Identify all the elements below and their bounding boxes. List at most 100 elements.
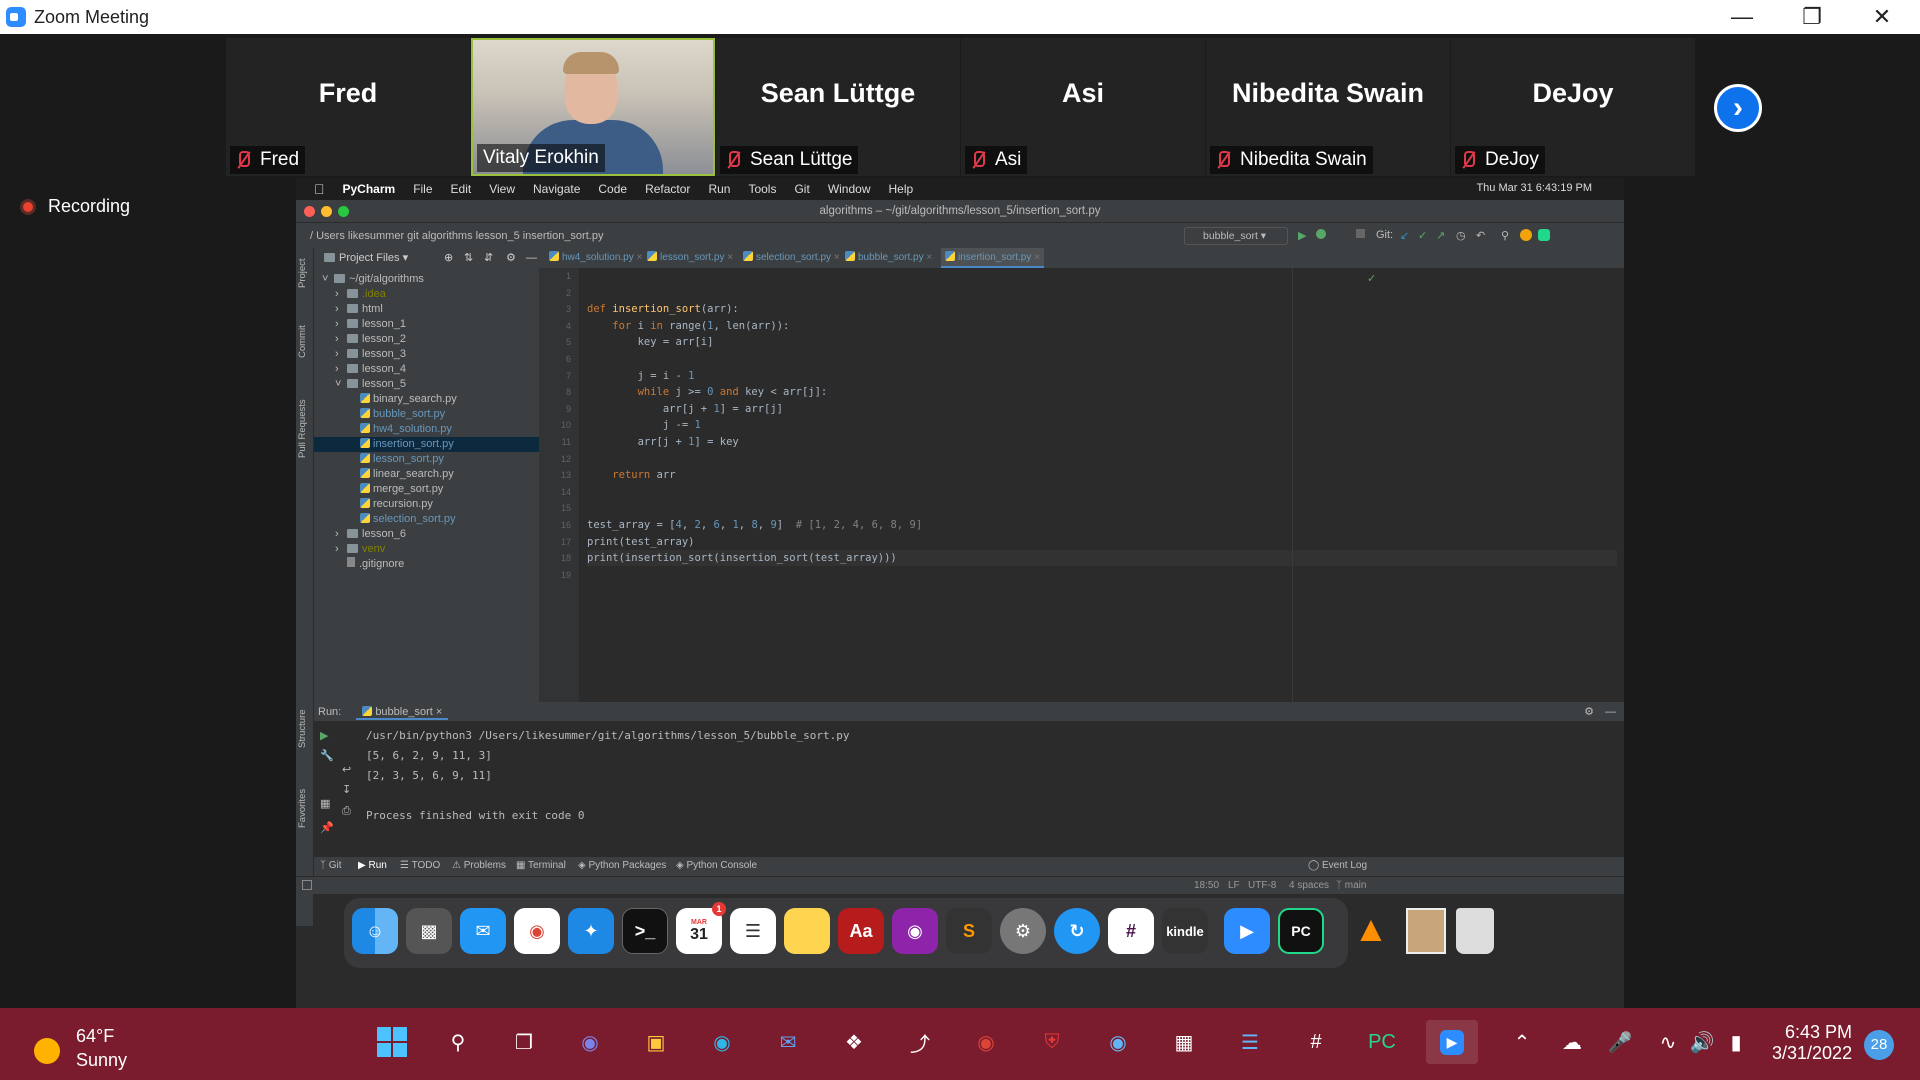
zoom-taskbar-icon[interactable]: ▶	[1426, 1020, 1478, 1064]
git-update-icon[interactable]: ↙	[1400, 229, 1412, 242]
tab-python-console[interactable]: ◈ Python Console	[676, 860, 757, 871]
tree-item[interactable]: › lesson_1	[314, 317, 539, 332]
code-line[interactable]: test_array = [4, 2, 6, 1, 8, 9] # [1, 2,…	[587, 517, 922, 533]
menu-code[interactable]: Code	[598, 182, 627, 196]
tree-item[interactable]: › lesson_6	[314, 527, 539, 542]
code-editor[interactable]: 1 2 3 4 5 6 7 8 9 10 11 12 13 14 15 16 17 18 19 def insert…	[539, 268, 1624, 702]
breadcrumb[interactable]: / Users likesummer git algorithms lesson…	[310, 230, 603, 242]
tree-item[interactable]: lesson_sort.py	[314, 452, 539, 467]
calendar-icon[interactable]: MAR 31 1	[676, 902, 726, 954]
code-line[interactable]: j = i - 1	[587, 368, 695, 384]
participant-tile-vitaly[interactable]: Vitaly Erokhin	[471, 38, 715, 176]
mail-icon[interactable]: ✉	[460, 908, 506, 954]
layout-icon[interactable]: ▦	[320, 797, 330, 810]
gear-icon[interactable]: ⚙	[1584, 703, 1594, 721]
code-line[interactable]: print(insertion_sort(insertion_sort(test…	[587, 550, 1617, 567]
rerun-icon[interactable]: ▶	[320, 729, 328, 742]
dropbox-icon[interactable]: ❖	[834, 1022, 874, 1062]
next-participants-button[interactable]: ›	[1714, 84, 1762, 132]
scroll-to-end-icon[interactable]: ↧	[342, 783, 351, 796]
notification-badge[interactable]: 28	[1864, 1030, 1894, 1060]
tree-item[interactable]: › venv	[314, 542, 539, 557]
hide-panel-icon[interactable]: —	[1605, 703, 1616, 721]
mail-icon[interactable]: ✉	[768, 1022, 808, 1062]
structure-tool-button[interactable]: Structure	[297, 709, 308, 748]
code-line[interactable]: for i in range(1, len(arr)):	[587, 318, 789, 334]
menu-clock[interactable]: Thu Mar 31 6:43:19 PM	[1476, 182, 1592, 194]
collapse-all-icon[interactable]: ⇵	[484, 248, 493, 268]
tree-item[interactable]: .gitignore	[314, 557, 539, 572]
tree-item[interactable]: › lesson_3	[314, 347, 539, 362]
locate-icon[interactable]: ⊕	[444, 248, 453, 268]
mac-close-button[interactable]	[304, 206, 315, 217]
menu-refactor[interactable]: Refactor	[645, 182, 690, 196]
minimize-button[interactable]: —	[1712, 0, 1772, 34]
participant-tile-dejoy[interactable]: DeJoy DeJoy	[1451, 38, 1695, 176]
mac-minimize-button[interactable]	[321, 206, 332, 217]
close-tab-icon[interactable]: ×	[634, 252, 642, 263]
event-log-button[interactable]: ◯ Event Log	[1308, 860, 1367, 871]
tree-item[interactable]: recursion.py	[314, 497, 539, 512]
tree-item[interactable]: selection_sort.py	[314, 512, 539, 527]
notes-icon[interactable]	[784, 908, 830, 954]
zoom-icon[interactable]: ▶	[1224, 908, 1270, 954]
editor-tab[interactable]: selection_sort.py ×	[743, 248, 840, 268]
chevron-right-icon[interactable]: ›	[335, 527, 347, 542]
code-line[interactable]: print(test_array)	[587, 534, 694, 550]
notepad-icon[interactable]: ☰	[1230, 1022, 1270, 1062]
close-tab-icon[interactable]: ×	[724, 252, 733, 263]
restore-button[interactable]: ❐	[1782, 0, 1842, 34]
git-push-icon[interactable]: ↗	[1436, 229, 1448, 242]
code-line[interactable]: j -= 1	[587, 417, 701, 433]
backup-icon[interactable]: ↻	[1054, 908, 1100, 954]
close-button[interactable]: ✕	[1852, 0, 1912, 34]
soft-wrap-icon[interactable]: ↩	[342, 763, 351, 776]
participant-tile-fred[interactable]: Fred Fred	[226, 38, 470, 176]
search-icon[interactable]: ⚲	[438, 1022, 478, 1062]
indent-setting[interactable]: 4 spaces	[1289, 880, 1329, 891]
pycharm-icon[interactable]: PC	[1278, 908, 1324, 954]
pycharm-logo-icon[interactable]	[1538, 229, 1550, 241]
close-tab-icon[interactable]: ×	[1031, 252, 1040, 263]
chevron-right-icon[interactable]: ›	[335, 287, 347, 302]
menu-navigate[interactable]: Navigate	[533, 182, 580, 196]
chevron-right-icon[interactable]: ›	[335, 332, 347, 347]
chevron-down-icon[interactable]: ˅	[335, 377, 347, 392]
tree-item[interactable]: › html	[314, 302, 539, 317]
chevron-down-icon[interactable]: ˅	[322, 272, 334, 287]
participant-tile-nibedita[interactable]: Nibedita Swain Nibedita Swain	[1206, 38, 1450, 176]
tab-python-packages[interactable]: ◈ Python Packages	[578, 860, 666, 871]
show-hidden-icons-chevron-icon[interactable]: ⌃	[1502, 1022, 1542, 1062]
menu-help[interactable]: Help	[889, 182, 914, 196]
code-line[interactable]: arr[j + 1] = key	[587, 434, 739, 450]
mac-zoom-button[interactable]	[338, 206, 349, 217]
favorites-tool-button[interactable]: Favorites	[297, 789, 308, 828]
menu-run[interactable]: Run	[708, 182, 730, 196]
git-commit-icon[interactable]: ✓	[1418, 229, 1430, 242]
task-view-icon[interactable]: ❐	[504, 1022, 544, 1062]
chevron-right-icon[interactable]: ›	[335, 347, 347, 362]
tab-problems[interactable]: ⚠ Problems	[452, 860, 506, 871]
menu-edit[interactable]: Edit	[451, 182, 472, 196]
gear-icon[interactable]: ⚙	[506, 248, 516, 268]
teams-chat-icon[interactable]: ◉	[570, 1022, 610, 1062]
slack-icon[interactable]: #	[1296, 1022, 1336, 1062]
terminal-icon[interactable]: >_	[622, 908, 668, 954]
file-explorer-icon[interactable]: ▣	[636, 1022, 676, 1062]
chevron-right-icon[interactable]: ›	[335, 317, 347, 332]
menu-window[interactable]: Window	[828, 182, 871, 196]
tab-terminal[interactable]: ▦ Terminal	[516, 860, 566, 871]
reminders-icon[interactable]: ☰	[730, 908, 776, 954]
apple-icon[interactable]: 	[314, 181, 325, 197]
editor-tab[interactable]: insertion_sort.py ×	[941, 248, 1044, 268]
dictionary-icon[interactable]: Aa	[838, 908, 884, 954]
chevron-right-icon[interactable]: ›	[335, 302, 347, 317]
project-tool-button[interactable]: Project	[297, 258, 308, 288]
tree-item[interactable]: › .idea	[314, 287, 539, 302]
code-line[interactable]: while j >= 0 and key < arr[j]:	[587, 384, 828, 400]
tab-git[interactable]: ᛉ Git	[320, 860, 342, 871]
clock[interactable]: 6:43 PM 3/31/2022	[1772, 1022, 1852, 1064]
project-panel-header[interactable]: Project Files ▾ ⊕ ⇅ ⇵ ⚙ —	[314, 248, 539, 268]
pycharm-icon[interactable]: PC	[1362, 1022, 1402, 1062]
tab-todo[interactable]: ☰ TODO	[400, 860, 440, 871]
